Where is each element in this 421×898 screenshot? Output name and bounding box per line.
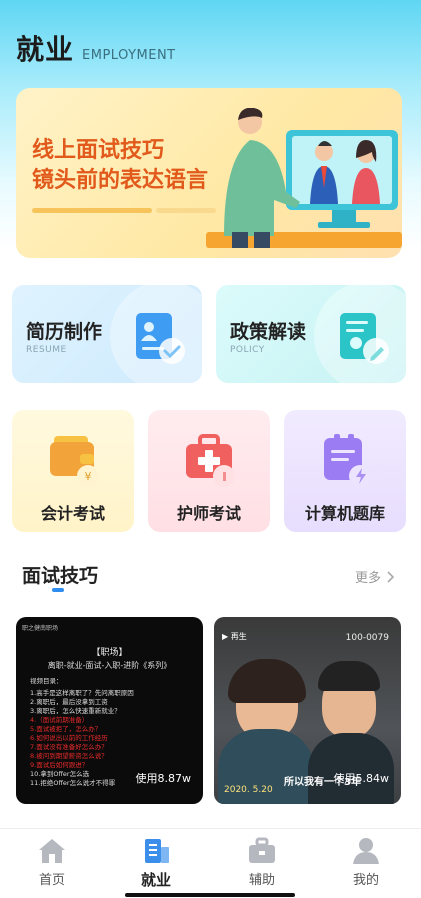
video-card[interactable]: ▶ 再生 100-0079 所以我有一个3年 2020. 5.20 使用5.84…	[214, 617, 401, 804]
computer-exam-card[interactable]: 计算机题库	[284, 410, 406, 532]
video-date: 2020. 5.20	[224, 785, 273, 795]
clipboard-lightning-icon	[324, 434, 371, 487]
video-line: 3.离职后，怎么快速重新就业？	[30, 707, 121, 715]
accounting-exam-label: 会计考试	[40, 504, 105, 523]
video-play-label: ▶ 再生	[222, 632, 247, 641]
user-icon	[353, 838, 379, 864]
video-line: 8.被问到期望薪资怎么说？	[30, 752, 108, 760]
video-line: 5.面试被拒了，怎么办？	[30, 725, 102, 733]
accounting-exam-card[interactable]: ¥ 会计考试	[12, 410, 134, 532]
person-right-body	[308, 733, 394, 804]
nurse-exam-card[interactable]: 护师考试	[148, 410, 270, 532]
video-subtitle: 离职-就业-面试-入职-进阶《系列》	[47, 661, 172, 670]
home-indicator	[125, 893, 295, 897]
tab-me[interactable]: 我的	[336, 837, 396, 888]
video-code: 100-0079	[345, 633, 389, 643]
resume-document-icon	[136, 313, 185, 364]
tab-employment[interactable]: 就业	[126, 837, 186, 890]
resume-card-subtitle: RESUME	[26, 345, 67, 355]
banner-decoration-bar	[32, 208, 152, 213]
tab-assist-label: 辅助	[248, 873, 275, 888]
tab-employment-label: 就业	[140, 871, 171, 889]
video-tag: 【职场】	[91, 648, 128, 658]
video-line: 10.拿到Offer怎么选	[30, 770, 90, 778]
video-line: 4.（面试前期准备）	[30, 716, 89, 724]
video-line: 11.拒绝Offer怎么说才不得罪	[30, 779, 116, 787]
tab-me-label: 我的	[352, 873, 379, 888]
video-line: 7.面试没有准备好怎么办？	[30, 743, 108, 751]
policy-card-title: 政策解读	[230, 321, 307, 343]
chevron-right-icon	[387, 570, 395, 583]
banner-text: 线上面试技巧 镜头前的表达语言	[32, 136, 208, 196]
more-link[interactable]: 更多	[355, 567, 395, 586]
video-view-count: 使用5.84w	[333, 772, 390, 785]
tab-home-label: 首页	[38, 873, 65, 888]
banner-line-2: 镜头前的表达语言	[32, 168, 209, 193]
wallet-yen-icon: ¥	[50, 436, 99, 487]
video-card[interactable]: 职之健南职场 【职场】 离职-就业-面试-入职-进阶《系列》 视频目录： 1.高…	[16, 617, 203, 804]
person-left-hair	[228, 659, 306, 703]
more-link-label: 更多	[355, 571, 382, 586]
section-title-underline	[52, 588, 64, 592]
video-intro: 视频目录：	[30, 677, 63, 685]
video-interview-illustration	[206, 108, 402, 248]
svg-text:¥: ¥	[85, 470, 92, 483]
bottom-tab-bar: 首页 就业 辅助 我的	[0, 828, 421, 898]
page-title-text: 就业	[16, 33, 75, 66]
page-title: 就业 EMPLOYMENT	[16, 28, 176, 68]
employment-building-icon	[145, 839, 169, 863]
video-view-count: 使用8.87w	[135, 772, 192, 785]
video-line: 6.如何说出以前的工作经历	[30, 734, 108, 742]
section-title: 面试技巧	[22, 565, 99, 587]
tab-assist[interactable]: 辅助	[232, 837, 292, 888]
banner-line-1: 线上面试技巧	[32, 138, 165, 163]
video-brand: 职之健南职场	[22, 625, 59, 632]
policy-card[interactable]: 政策解读 POLICY	[216, 285, 406, 383]
medical-kit-icon	[186, 434, 235, 487]
briefcase-icon	[249, 837, 275, 863]
video-line: 9.面试后如何跟进？	[30, 761, 89, 769]
nurse-exam-label: 护师考试	[176, 504, 241, 523]
resume-card[interactable]: 简历制作 RESUME	[12, 285, 202, 383]
policy-card-subtitle: POLICY	[230, 345, 265, 355]
computer-exam-label: 计算机题库	[304, 504, 385, 523]
tab-home[interactable]: 首页	[22, 837, 82, 888]
resume-card-title: 简历制作	[26, 321, 103, 343]
policy-document-icon	[340, 313, 389, 364]
person-right-hair	[318, 661, 380, 691]
interview-tips-banner[interactable]: 线上面试技巧 镜头前的表达语言	[16, 88, 402, 258]
home-icon	[39, 839, 65, 863]
clipped-video-titles	[16, 818, 402, 828]
page-subtitle-text: EMPLOYMENT	[82, 48, 176, 63]
video-line: 1.高手是这样离职了？先问离职原因	[30, 689, 134, 697]
video-line: 2.离职后，最后没拿到工资	[30, 698, 108, 706]
